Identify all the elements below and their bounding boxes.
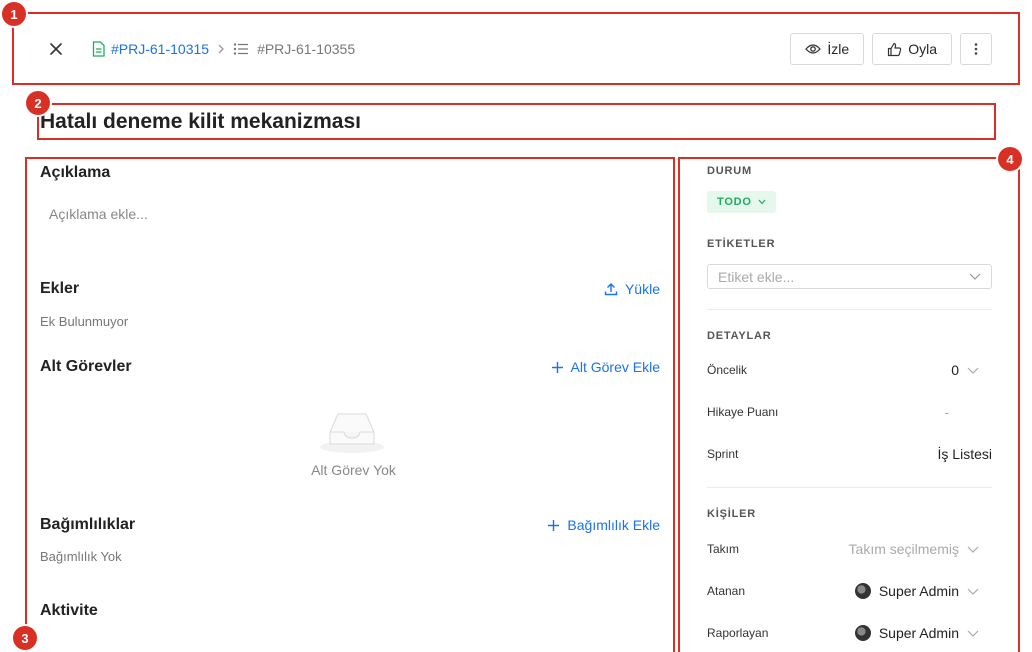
people-label: KİŞİLER <box>707 508 756 520</box>
upload-icon <box>604 283 618 296</box>
reporter-label: Raporlayan <box>707 626 769 640</box>
close-icon <box>50 43 62 55</box>
list-icon <box>233 43 249 55</box>
vote-label: Oyla <box>908 41 937 57</box>
annotation-badge: 1 <box>2 2 26 26</box>
avatar <box>854 583 871 599</box>
annotation-badge: 3 <box>13 626 37 650</box>
issue-header: #PRJ-61-10315 #PRJ-61-10355 İzle Oyla <box>14 14 1018 84</box>
story-points-label: Hikaye Puanı <box>707 405 779 419</box>
description-title: Açıklama <box>40 164 111 181</box>
watch-button[interactable]: İzle <box>790 33 865 65</box>
add-subtask-label: Alt Görev Ekle <box>570 359 660 375</box>
add-dependency-label: Bağımlılık Ekle <box>567 517 660 533</box>
add-subtask-button[interactable]: Alt Görev Ekle <box>551 359 660 375</box>
attachments-empty: Ek Bulunmuyor <box>40 314 129 329</box>
tags-placeholder: Etiket ekle... <box>718 268 795 285</box>
more-vertical-icon <box>974 43 978 55</box>
annotation-box-main <box>25 157 675 652</box>
assignee-label: Atanan <box>707 584 746 598</box>
close-button[interactable] <box>44 37 68 61</box>
plus-icon <box>548 519 560 531</box>
dependencies-title: Bağımlılıklar <box>40 516 136 533</box>
breadcrumb: #PRJ-61-10315 #PRJ-61-10355 <box>92 41 355 57</box>
assignee-value: Super Admin <box>878 583 959 599</box>
status-badge[interactable]: TODO <box>707 191 776 213</box>
chevron-down-icon <box>967 367 979 374</box>
page-title[interactable]: Hatalı deneme kilit mekanizması <box>40 110 361 134</box>
sprint-value[interactable]: İş Listesi <box>938 446 992 462</box>
upload-button[interactable]: Yükle <box>604 281 660 297</box>
upload-label: Yükle <box>624 281 660 297</box>
details-label: DETAYLAR <box>707 330 772 342</box>
document-icon <box>92 41 105 57</box>
story-points-value[interactable]: - <box>944 404 949 420</box>
divider <box>707 487 992 488</box>
chevron-down-icon <box>967 546 979 553</box>
annotation-badge: 2 <box>26 91 50 115</box>
watch-label: İzle <box>827 41 850 57</box>
attachments-title: Ekler <box>40 280 80 297</box>
team-label: Takım <box>707 542 740 556</box>
parent-issue-link[interactable]: #PRJ-61-10315 <box>111 41 209 57</box>
more-options-button[interactable] <box>960 33 992 65</box>
vote-button[interactable]: Oyla <box>872 33 952 65</box>
assignee-select[interactable]: Super Admin <box>854 583 979 599</box>
thumbs-up-icon <box>888 42 902 56</box>
team-value: Takım seçilmemiş <box>848 541 959 557</box>
status-value: TODO <box>717 196 752 208</box>
chevron-right-icon <box>217 44 225 54</box>
tags-label: ETİKETLER <box>707 238 776 250</box>
description-input[interactable]: Açıklama ekle... <box>49 206 148 222</box>
chevron-down-icon <box>967 588 979 595</box>
chevron-down-icon <box>969 273 981 280</box>
priority-select[interactable]: 0 <box>951 362 979 378</box>
chevron-down-icon <box>967 630 979 637</box>
eye-icon <box>805 44 822 54</box>
reporter-select[interactable]: Super Admin <box>854 625 979 641</box>
sprint-label: Sprint <box>707 447 739 461</box>
current-issue-id: #PRJ-61-10355 <box>257 41 356 57</box>
activity-title: Aktivite <box>40 602 98 619</box>
reporter-value: Super Admin <box>878 625 959 641</box>
divider <box>707 309 992 310</box>
avatar <box>854 625 871 641</box>
status-label: DURUM <box>707 165 752 177</box>
annotation-badge: 4 <box>998 147 1022 171</box>
add-dependency-button[interactable]: Bağımlılık Ekle <box>547 517 660 533</box>
team-select[interactable]: Takım seçilmemiş <box>849 541 979 557</box>
subtasks-empty: Alt Görev Yok <box>311 462 396 478</box>
subtasks-title: Alt Görevler <box>40 358 132 375</box>
tags-select[interactable]: Etiket ekle... <box>707 264 992 289</box>
chevron-down-icon <box>758 199 766 205</box>
priority-label: Öncelik <box>707 363 748 377</box>
plus-icon <box>551 361 563 373</box>
priority-value: 0 <box>951 362 959 378</box>
dependencies-empty: Bağımlılık Yok <box>40 549 122 564</box>
empty-inbox-icon <box>318 408 386 459</box>
